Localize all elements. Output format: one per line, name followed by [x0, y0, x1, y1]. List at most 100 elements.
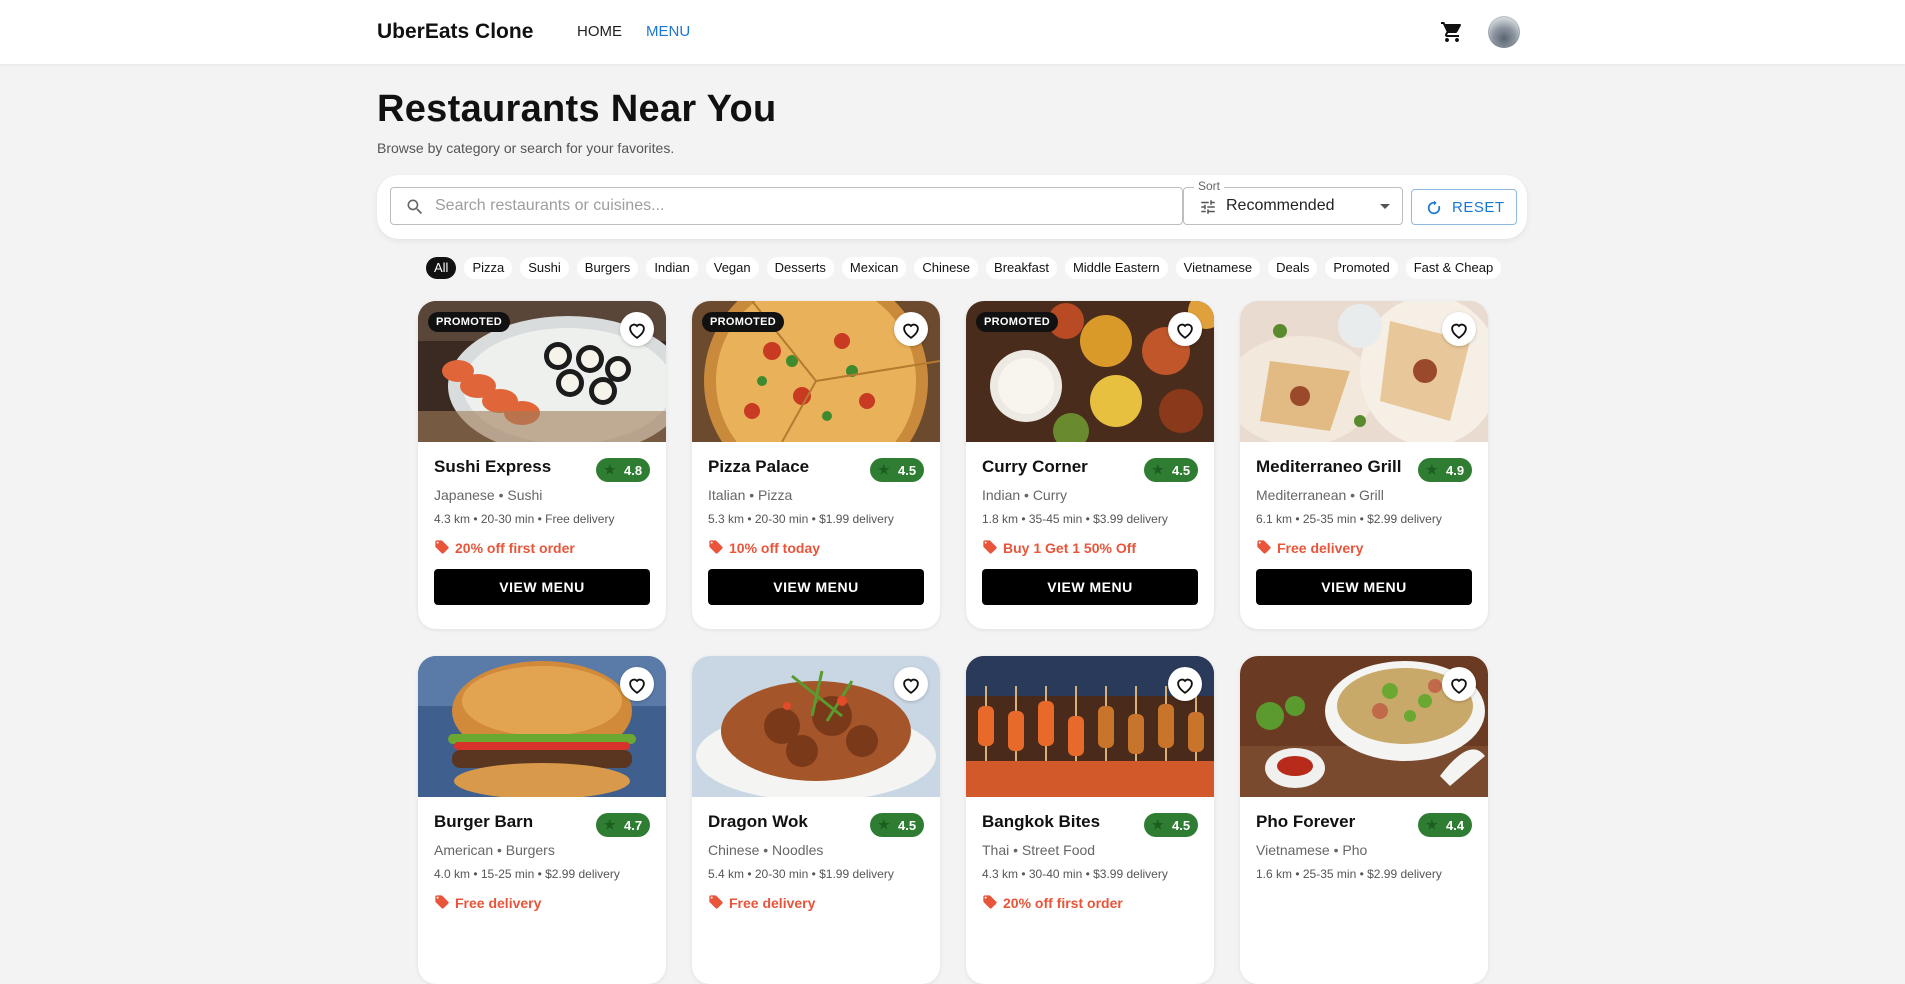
restaurant-name: Dragon Wok — [708, 812, 808, 831]
delivery-meta: 5.4 km • 20-30 min • $1.99 delivery — [708, 867, 894, 881]
chip-deals[interactable]: Deals — [1268, 257, 1318, 279]
rating-value: 4.5 — [898, 463, 917, 478]
search-icon — [407, 199, 423, 215]
promoted-badge: PROMOTED — [702, 312, 784, 332]
favorite-button[interactable] — [1168, 667, 1202, 701]
heart-outline-icon — [1177, 678, 1193, 694]
tune-icon — [1201, 200, 1215, 214]
cuisine-text: American • Burgers — [434, 842, 555, 858]
chip-burgers[interactable]: Burgers — [576, 257, 639, 279]
favorite-button[interactable] — [894, 667, 928, 701]
rating-badge: ★ 4.5 — [870, 458, 924, 482]
rating-badge: ★ 4.4 — [1418, 813, 1472, 837]
restaurant-name: Bangkok Bites — [982, 812, 1101, 831]
search-input[interactable] — [435, 189, 1165, 223]
chip-indian[interactable]: Indian — [646, 257, 698, 279]
restaurant-card[interactable]: PROMOTED Curry Corner ★ 4.5 Indian • Curr… — [966, 301, 1214, 629]
chip-fast-cheap[interactable]: Fast & Cheap — [1405, 257, 1502, 279]
chip-vietnamese[interactable]: Vietnamese — [1175, 257, 1261, 279]
delivery-meta: 4.3 km • 20-30 min • Free delivery — [434, 512, 615, 526]
restaurant-name: Pho Forever — [1256, 812, 1356, 831]
sort-value: Recommended — [1226, 197, 1335, 214]
restaurant-name: Sushi Express — [434, 457, 552, 476]
chip-breakfast[interactable]: Breakfast — [986, 257, 1057, 279]
reset-button[interactable]: RESET — [1411, 189, 1517, 225]
nav-menu[interactable]: MENU — [646, 23, 690, 40]
favorite-button[interactable] — [894, 312, 928, 346]
heart-outline-icon — [903, 323, 919, 339]
restaurant-card[interactable]: PROMOTED Sushi Express ★ 4.8 Japanese • S… — [418, 301, 666, 629]
tag-icon — [1257, 540, 1271, 554]
rating-badge: ★ 4.9 — [1418, 458, 1472, 482]
refresh-icon — [1427, 200, 1441, 215]
page-subtitle: Browse by category or search for your fa… — [377, 140, 675, 156]
offer-label: Free delivery — [729, 895, 816, 911]
offer-label: 20% off first order — [455, 540, 575, 556]
favorite-button[interactable] — [1168, 312, 1202, 346]
filter-bar: Sort Recommended RESET — [377, 175, 1527, 239]
nav-home[interactable]: HOME — [577, 23, 622, 40]
heart-outline-icon — [629, 678, 645, 694]
rating-value: 4.9 — [1446, 463, 1465, 478]
rating-value: 4.4 — [1446, 818, 1465, 833]
promoted-badge: PROMOTED — [976, 312, 1058, 332]
favorite-button[interactable] — [620, 667, 654, 701]
chip-middle-eastern[interactable]: Middle Eastern — [1064, 257, 1168, 279]
shopping-cart-icon[interactable] — [1440, 20, 1464, 44]
chip-promoted[interactable]: Promoted — [1325, 257, 1398, 279]
rating-value: 4.8 — [624, 463, 643, 478]
tag-icon — [983, 895, 997, 909]
delivery-meta: 1.8 km • 35-45 min • $3.99 delivery — [982, 512, 1168, 526]
rating-value: 4.5 — [1172, 463, 1191, 478]
chip-vegan[interactable]: Vegan — [705, 257, 759, 279]
rating-badge: ★ 4.7 — [596, 813, 650, 837]
search-field[interactable] — [390, 187, 1183, 225]
chip-chinese[interactable]: Chinese — [914, 257, 979, 279]
tag-icon — [709, 540, 723, 554]
restaurant-card[interactable]: Dragon Wok ★ 4.5 Chinese • Noodles 5.4 km… — [692, 656, 940, 984]
cuisine-text: Japanese • Sushi — [434, 487, 543, 503]
restaurant-card[interactable]: Mediterraneo Grill ★ 4.9 Mediterranean • … — [1240, 301, 1488, 629]
brand-logo[interactable]: UberEats Clone — [377, 20, 533, 44]
rating-badge: ★ 4.5 — [1144, 458, 1198, 482]
view-menu-button[interactable]: VIEW MENU — [982, 569, 1198, 605]
cuisine-text: Italian • Pizza — [708, 487, 793, 503]
user-avatar[interactable] — [1488, 16, 1520, 48]
offer-label: Free delivery — [1277, 540, 1364, 556]
view-menu-button[interactable]: VIEW MENU — [434, 569, 650, 605]
favorite-button[interactable] — [1442, 667, 1476, 701]
chip-desserts[interactable]: Desserts — [766, 257, 834, 279]
rating-badge: ★ 4.5 — [870, 813, 924, 837]
favorite-button[interactable] — [1442, 312, 1476, 346]
delivery-meta: 6.1 km • 25-35 min • $2.99 delivery — [1256, 512, 1442, 526]
delivery-meta: 1.6 km • 25-35 min • $2.99 delivery — [1256, 867, 1442, 881]
page-title: Restaurants Near You — [377, 88, 777, 130]
restaurant-card[interactable]: Bangkok Bites ★ 4.5 Thai • Street Food 4.… — [966, 656, 1214, 984]
offer-label: Buy 1 Get 1 50% Off — [1003, 540, 1137, 556]
sort-label: Sort — [1194, 179, 1225, 193]
favorite-button[interactable] — [620, 312, 654, 346]
heart-outline-icon — [1451, 678, 1467, 694]
sort-select[interactable]: Sort Recommended — [1183, 179, 1403, 225]
chevron-down-icon — [1380, 204, 1390, 209]
offer-label: 10% off today — [729, 540, 821, 556]
star-icon: ★ — [604, 817, 616, 832]
view-menu-button[interactable]: VIEW MENU — [708, 569, 924, 605]
app-bar: UberEats Clone HOME MENU — [0, 0, 1905, 64]
tag-icon — [435, 540, 449, 554]
tag-icon — [435, 895, 449, 909]
heart-outline-icon — [1451, 323, 1467, 339]
restaurant-card[interactable]: Pho Forever ★ 4.4 Vietnamese • Pho 1.6 km… — [1240, 656, 1488, 984]
chip-pizza[interactable]: Pizza — [464, 257, 513, 279]
star-icon: ★ — [1426, 462, 1438, 477]
chip-all[interactable]: All — [426, 257, 457, 279]
chip-sushi[interactable]: Sushi — [520, 257, 569, 279]
restaurant-card[interactable]: Burger Barn ★ 4.7 American • Burgers 4.0 … — [418, 656, 666, 984]
star-icon: ★ — [1152, 817, 1164, 832]
view-menu-button[interactable]: VIEW MENU — [1256, 569, 1472, 605]
restaurant-name: Burger Barn — [434, 812, 534, 831]
offer-label: Free delivery — [455, 895, 542, 911]
rating-badge: ★ 4.8 — [596, 458, 650, 482]
restaurant-card[interactable]: PROMOTED Pizza Palace ★ 4.5 Italian • Piz… — [692, 301, 940, 629]
chip-mexican[interactable]: Mexican — [841, 257, 907, 279]
